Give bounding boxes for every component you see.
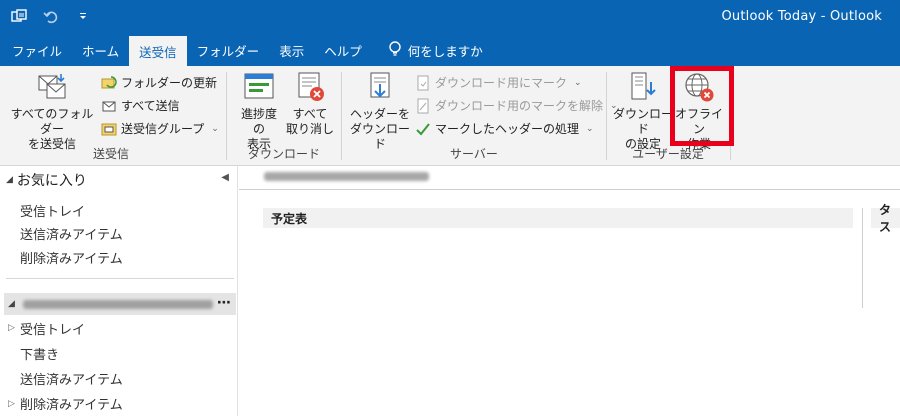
unmark-download-icon	[415, 98, 431, 114]
customize-icon[interactable]	[74, 8, 92, 26]
favorites-label: お気に入り	[16, 173, 87, 189]
nav-item-deleted-favorite[interactable]: 削除済みアイテム	[20, 248, 123, 267]
download-headers-button[interactable]: ヘッダーを ダウンロード	[347, 70, 413, 152]
update-folder-label: フォルダーの更新	[121, 76, 218, 90]
group-label-send-receive: 送受信	[92, 147, 129, 161]
groups-icon	[101, 121, 117, 137]
nav-item-drafts[interactable]: 下書き	[20, 344, 59, 363]
nav-divider	[6, 278, 234, 279]
tell-me-box[interactable]: 何をしますか	[372, 34, 483, 66]
chevron-down-icon: ⌄	[574, 77, 582, 88]
download-headers-icon	[363, 70, 397, 104]
send-all-label: すべて送信	[121, 99, 180, 113]
nav-item-deleted[interactable]: 削除済みアイテム	[20, 394, 123, 413]
send-receive-all-button[interactable]: すべてのフォルダー を送受信	[6, 70, 98, 152]
refresh-folder-icon	[101, 75, 117, 91]
column-divider	[862, 208, 863, 308]
process-marked-headers-button[interactable]: マークしたヘッダーの処理 ⌄	[415, 120, 594, 137]
collapsed-triangle-icon[interactable]: ▷	[8, 323, 15, 333]
expanded-triangle-icon: ◢	[8, 299, 15, 309]
tab-send-receive[interactable]: 送受信	[129, 36, 187, 66]
tab-home[interactable]: ホーム	[72, 34, 129, 66]
outlook-today-pane: 予定表 タス	[239, 166, 900, 416]
nav-item-inbox[interactable]: 受信トレイ	[20, 319, 85, 338]
update-folder-button[interactable]: フォルダーの更新	[101, 74, 217, 91]
send-receive-groups-button[interactable]: 送受信グループ ⌄	[101, 120, 219, 137]
window-title: Outlook Today - Outlook	[721, 9, 882, 24]
cancel-all-icon	[293, 70, 327, 104]
group-label-preferences: ユーザー設定	[632, 147, 704, 161]
ribbon-separator	[606, 72, 607, 160]
checkmark-icon	[415, 121, 431, 137]
progress-icon	[242, 70, 276, 104]
process-marked-headers-label: マークしたヘッダーの処理	[435, 122, 580, 136]
title-bar: Outlook Today - Outlook	[0, 0, 900, 34]
group-server: ヘッダーを ダウンロード ダウンロード用にマーク ⌄ ダウンロード用のマークを解…	[343, 66, 618, 166]
show-progress-button[interactable]: 進捗度の 表示	[236, 70, 282, 152]
expanded-triangle-icon: ◢	[6, 175, 13, 185]
account-row[interactable]: ◢ ⋯	[4, 293, 236, 315]
group-download: 進捗度の 表示 すべて 取り消し ダウンロード	[228, 66, 340, 166]
favorites-header[interactable]: ◢ お気に入り	[6, 170, 87, 190]
chevron-down-icon: ⌄	[211, 123, 219, 134]
cancel-all-button[interactable]: すべて 取り消し	[286, 70, 334, 137]
tasks-header: タス	[871, 203, 900, 234]
group-label-server: サーバー	[450, 147, 498, 161]
nav-item-inbox-favorite[interactable]: 受信トレイ	[20, 201, 85, 220]
tab-file[interactable]: ファイル	[2, 34, 72, 66]
collapse-pane-icon[interactable]: ◀	[221, 172, 229, 183]
collapsed-triangle-icon[interactable]: ▷	[8, 399, 15, 409]
unmark-download-button[interactable]: ダウンロード用のマークを解除 ⌄	[415, 97, 618, 114]
calendar-header: 予定表	[263, 208, 853, 228]
ribbon-separator	[341, 72, 342, 160]
undo-icon[interactable]	[42, 8, 60, 26]
ribbon: すべてのフォルダー を送受信 フォルダーの更新 すべて送信 送受信グループ ⌄ …	[0, 66, 900, 166]
tab-help[interactable]: ヘルプ	[314, 34, 372, 66]
send-all-icon	[101, 98, 117, 114]
cancel-all-label: すべて 取り消し	[286, 107, 335, 136]
date-redacted	[264, 172, 429, 181]
header-rule	[239, 189, 900, 190]
tab-folder[interactable]: フォルダー	[187, 34, 270, 66]
menu-bar: ファイル ホーム 送受信 フォルダー 表示 ヘルプ 何をしますか	[0, 34, 900, 66]
more-options-icon[interactable]: ⋯	[217, 295, 232, 311]
download-preferences-icon	[626, 70, 660, 104]
group-label-download: ダウンロード	[247, 147, 320, 161]
tab-view[interactable]: 表示	[269, 34, 314, 66]
mark-download-button[interactable]: ダウンロード用にマーク ⌄	[415, 74, 582, 91]
nav-item-sent[interactable]: 送信済みアイテム	[20, 369, 123, 388]
lightbulb-icon	[388, 40, 402, 60]
send-receive-groups-label: 送受信グループ	[121, 122, 205, 136]
unmark-download-label: ダウンロード用のマークを解除	[435, 99, 604, 113]
mark-download-icon	[415, 75, 431, 91]
navigation-pane: ◀ ◢ お気に入り 受信トレイ 送信済みアイテム 削除済みアイテム ◢ ⋯ ▷ …	[0, 166, 238, 416]
download-preferences-button[interactable]: ダウンロード の設定	[612, 70, 674, 152]
tell-me-label: 何をしますか	[407, 43, 483, 59]
send-receive-icon[interactable]	[10, 8, 28, 26]
send-receive-all-icon	[35, 70, 69, 104]
account-email-redacted	[22, 299, 213, 309]
send-all-button[interactable]: すべて送信	[101, 97, 180, 114]
nav-item-sent-favorite[interactable]: 送信済みアイテム	[20, 224, 123, 243]
highlight-box	[670, 66, 734, 146]
ribbon-separator	[226, 72, 227, 160]
mark-download-label: ダウンロード用にマーク	[435, 76, 568, 90]
group-send-receive: すべてのフォルダー を送受信 フォルダーの更新 すべて送信 送受信グループ ⌄ …	[0, 66, 222, 166]
chevron-down-icon: ⌄	[586, 123, 594, 134]
quick-access-toolbar	[10, 8, 92, 26]
